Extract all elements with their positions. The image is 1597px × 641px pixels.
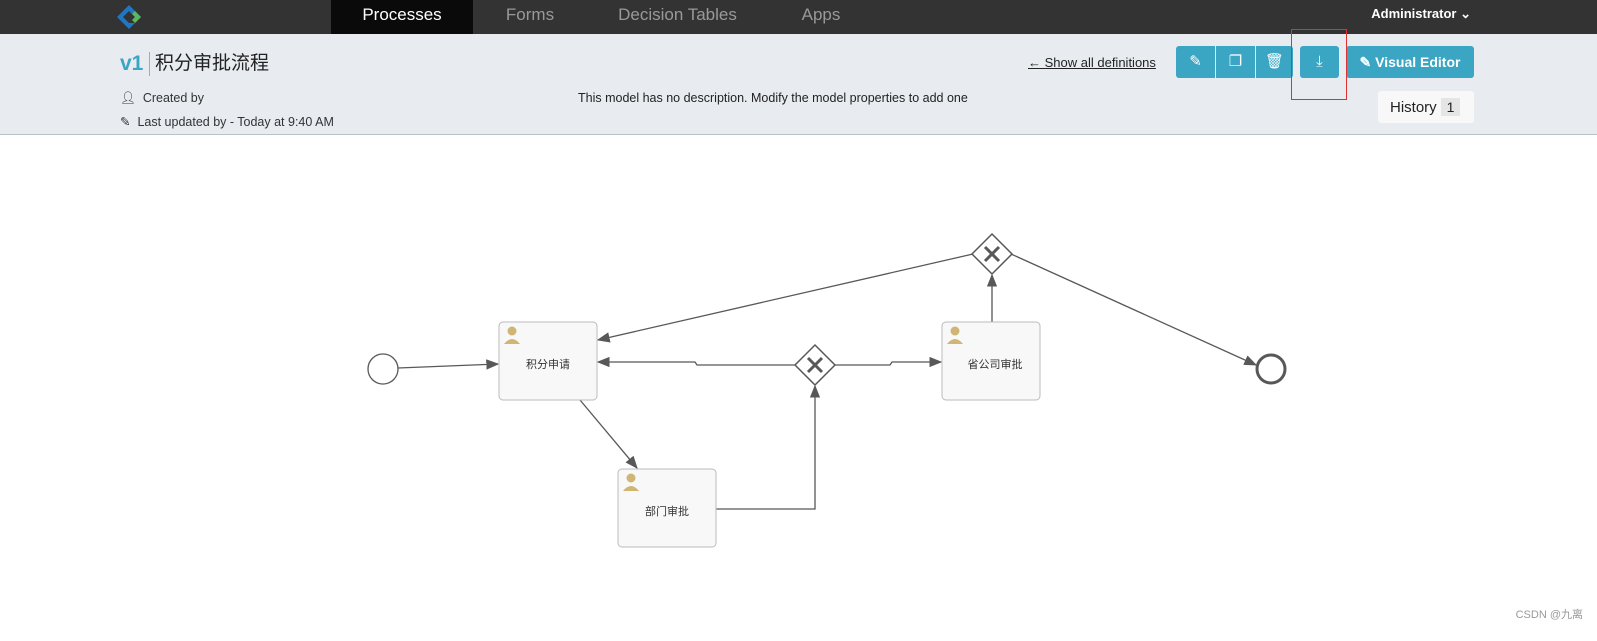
flow: [596, 356, 795, 368]
flow: [835, 356, 943, 368]
exclusive-gateway[interactable]: [970, 232, 1014, 276]
end-event[interactable]: [1255, 353, 1287, 385]
tab-apps[interactable]: Apps: [780, 0, 862, 34]
flow: [1010, 253, 1258, 366]
task-label: 积分申请: [526, 358, 570, 371]
history-label: History: [1390, 99, 1437, 116]
start-event[interactable]: [367, 353, 399, 385]
model-header: v1 积分审批流程 👤︎ Created by ✎ Last updated b…: [0, 34, 1597, 135]
top-nav: Processes Forms Decision Tables Apps Adm…: [0, 0, 1597, 40]
created-by: 👤︎ Created by: [120, 91, 204, 106]
tab-decision-tables[interactable]: Decision Tables: [605, 0, 750, 34]
exclusive-gateway[interactable]: [793, 343, 837, 387]
process-diagram: 积分申请 部门审批 省公司审批: [367, 232, 1287, 548]
created-by-text: Created by: [142, 91, 204, 105]
visual-editor-button[interactable]: ✎ Visual Editor: [1346, 46, 1474, 78]
user-menu[interactable]: Administrator ⌄: [1371, 6, 1471, 22]
copy-button[interactable]: ❐: [1216, 46, 1255, 78]
copy-icon: ❐: [1228, 53, 1243, 70]
logo-icon[interactable]: [116, 4, 142, 30]
user-task[interactable]: 省公司审批: [941, 321, 1041, 401]
chevron-down-icon: ⌄: [1460, 6, 1471, 21]
flow: [579, 399, 638, 469]
pencil-icon: ✎: [1189, 53, 1202, 70]
watermark: CSDN @九离: [1515, 609, 1583, 621]
show-all-definitions-link[interactable]: ← Show all definitions: [1028, 55, 1156, 70]
model-name: 积分审批流程: [155, 53, 270, 74]
pencil-icon: ✎: [120, 115, 131, 129]
user-icon: 👤︎: [120, 91, 136, 105]
user-task[interactable]: 部门审批: [617, 468, 717, 548]
edit-square-icon: ✎: [1359, 54, 1372, 70]
flow: [596, 253, 974, 343]
delete-button[interactable]: 🗑︎: [1256, 46, 1293, 78]
flow: [397, 359, 500, 370]
edit-button[interactable]: ✎: [1176, 46, 1215, 78]
last-updated-text: Last updated by - Today at 9:40 AM: [137, 115, 334, 129]
task-label: 部门审批: [645, 504, 689, 518]
task-label: 省公司审批: [968, 357, 1023, 371]
history-button[interactable]: History 1: [1378, 91, 1474, 123]
visual-editor-label: Visual Editor: [1375, 54, 1461, 70]
last-updated: ✎ Last updated by - Today at 9:40 AM: [120, 114, 334, 129]
model-version: v1: [120, 52, 151, 76]
history-count: 1: [1440, 98, 1461, 116]
flow: [716, 384, 821, 510]
tab-forms[interactable]: Forms: [480, 0, 580, 34]
highlight-box: [1291, 29, 1347, 100]
user-task[interactable]: 积分申请: [498, 321, 598, 401]
user-name: Administrator: [1371, 6, 1457, 21]
model-description: This model has no description. Modify th…: [578, 91, 968, 105]
tab-processes[interactable]: Processes: [331, 0, 473, 40]
trash-icon: 🗑︎: [1264, 53, 1285, 70]
